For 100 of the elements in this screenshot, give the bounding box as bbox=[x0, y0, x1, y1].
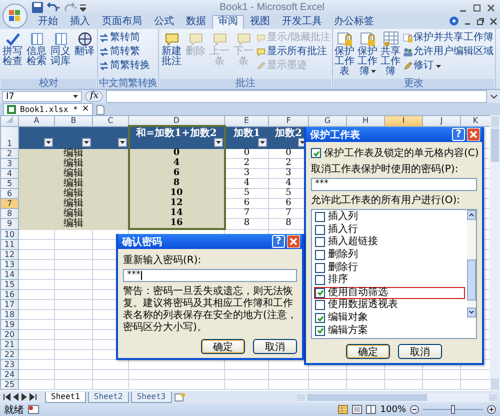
row-header[interactable]: 6 bbox=[0, 188, 18, 198]
ribbon-button[interactable]: 保护工作表 bbox=[334, 30, 356, 79]
help-icon[interactable] bbox=[449, 16, 459, 26]
help-button[interactable]: ? bbox=[452, 128, 465, 141]
checkbox[interactable] bbox=[315, 313, 325, 324]
name-box[interactable]: I7 bbox=[2, 91, 82, 102]
restore-icon[interactable] bbox=[476, 17, 485, 26]
column-header[interactable]: B bbox=[54, 116, 92, 126]
ribbon-button[interactable]: 共享工作簿 bbox=[380, 30, 402, 79]
checkbox[interactable] bbox=[315, 237, 325, 248]
record-macro-icon[interactable] bbox=[28, 405, 39, 414]
row-header[interactable]: 25 bbox=[0, 380, 18, 390]
zoom-in-icon[interactable] bbox=[487, 405, 496, 414]
row-header[interactable]: 11 bbox=[0, 240, 18, 250]
ribbon-tab[interactable]: 公式 bbox=[148, 15, 180, 29]
ribbon-button[interactable]: 简繁转换 bbox=[99, 60, 150, 72]
ribbon-tab[interactable]: 数据 bbox=[180, 15, 212, 29]
row-header[interactable]: 16 bbox=[0, 290, 18, 300]
ribbon-button[interactable]: 修订 bbox=[402, 60, 494, 72]
filter-button[interactable] bbox=[82, 138, 91, 147]
dialog-button[interactable]: 确定 bbox=[346, 344, 390, 359]
ribbon-tab[interactable]: 开始 bbox=[32, 15, 64, 29]
tab-close[interactable]: × bbox=[82, 105, 90, 114]
horizontal-scrollbar[interactable] bbox=[297, 392, 497, 402]
column-header[interactable]: E bbox=[224, 116, 268, 126]
ribbon-button[interactable]: 翻译 bbox=[73, 30, 96, 79]
close-icon[interactable] bbox=[489, 17, 498, 26]
checkbox[interactable] bbox=[315, 326, 325, 336]
checkbox[interactable] bbox=[315, 212, 325, 222]
checkbox[interactable] bbox=[315, 300, 325, 310]
row-header[interactable]: 21 bbox=[0, 340, 18, 350]
checkbox[interactable] bbox=[315, 250, 325, 260]
column-header[interactable]: A bbox=[18, 116, 54, 126]
password-field[interactable]: *** bbox=[123, 269, 297, 282]
function-button[interactable]: fx bbox=[85, 91, 104, 102]
row-header[interactable]: 10 bbox=[0, 229, 18, 240]
row-header[interactable]: 24 bbox=[0, 370, 18, 380]
page-break-icon[interactable] bbox=[366, 405, 376, 414]
row-header[interactable]: 12 bbox=[0, 250, 18, 260]
checkbox[interactable] bbox=[311, 148, 321, 158]
save-icon[interactable] bbox=[32, 2, 43, 13]
row-header[interactable]: 4 bbox=[0, 168, 18, 178]
row-header[interactable]: 13 bbox=[0, 260, 18, 270]
ribbon-button[interactable]: 简转繁 bbox=[99, 46, 150, 58]
row-header[interactable]: 14 bbox=[0, 270, 18, 280]
close-icon[interactable] bbox=[486, 2, 496, 12]
dialog-button[interactable]: 取消 bbox=[398, 344, 442, 359]
filter-button[interactable] bbox=[258, 138, 267, 147]
ribbon-button[interactable]: 显示所有批注 bbox=[256, 46, 331, 58]
row-header[interactable]: 23 bbox=[0, 360, 18, 370]
expand-icon[interactable] bbox=[490, 92, 498, 100]
filter-button[interactable] bbox=[118, 138, 126, 147]
column-header[interactable]: G bbox=[308, 116, 346, 126]
ribbon-button[interactable]: 繁转简 bbox=[99, 32, 150, 44]
row-header[interactable]: 15 bbox=[0, 280, 18, 290]
row-header[interactable]: 5 bbox=[0, 178, 18, 188]
checkbox[interactable] bbox=[315, 275, 325, 286]
column-header[interactable]: I bbox=[384, 116, 422, 126]
slider-thumb[interactable] bbox=[451, 405, 455, 414]
ribbon-button[interactable]: 新建批注 bbox=[160, 30, 184, 79]
row-header[interactable]: 19 bbox=[0, 320, 18, 330]
new-document-icon[interactable] bbox=[96, 105, 106, 115]
ribbon-button[interactable]: 信息检索 bbox=[25, 30, 48, 79]
insert-sheet-icon[interactable] bbox=[174, 392, 185, 402]
customize-icon[interactable] bbox=[80, 4, 86, 12]
ribbon-tab[interactable]: 页面布局 bbox=[96, 15, 148, 29]
undo-icon[interactable] bbox=[46, 2, 60, 13]
column-header[interactable]: J bbox=[422, 116, 460, 126]
zoom-out-icon[interactable] bbox=[410, 405, 419, 414]
filter-button[interactable] bbox=[44, 138, 53, 147]
row-header[interactable]: 17 bbox=[0, 300, 18, 310]
sheet-tab[interactable]: Sheet3 bbox=[130, 392, 172, 402]
ribbon-tab[interactable]: 开发工具 bbox=[276, 15, 328, 29]
help-button[interactable]: ? bbox=[272, 235, 285, 248]
dialog-button[interactable]: 取消 bbox=[253, 339, 297, 354]
list-scrollbar[interactable] bbox=[467, 210, 476, 318]
vertical-scrollbar[interactable] bbox=[490, 115, 500, 391]
row-header[interactable]: 18 bbox=[0, 310, 18, 320]
row-header[interactable]: 20 bbox=[0, 330, 18, 340]
column-header[interactable]: F bbox=[268, 116, 308, 126]
normal-view-icon[interactable] bbox=[338, 405, 348, 414]
sheet-tab[interactable]: Sheet1 bbox=[45, 392, 86, 402]
maximize-icon[interactable] bbox=[472, 2, 482, 12]
row-header[interactable]: 3 bbox=[0, 158, 18, 168]
row-header[interactable]: 7 bbox=[0, 198, 18, 208]
ribbon-button[interactable]: 保护并共享工作簿 bbox=[402, 32, 494, 44]
row-header[interactable]: 22 bbox=[0, 350, 18, 360]
ribbon-tab[interactable]: 审阅 bbox=[212, 15, 244, 29]
checkbox[interactable] bbox=[315, 224, 325, 235]
ribbon-tab[interactable]: 视图 bbox=[244, 15, 276, 29]
row-header[interactable]: 8 bbox=[0, 208, 18, 218]
row-header[interactable]: 2 bbox=[0, 148, 18, 158]
zoom-level[interactable]: 100% bbox=[380, 404, 406, 414]
filter-button[interactable] bbox=[214, 138, 222, 147]
workbook-tab[interactable]: Book1.xlsx * × bbox=[3, 103, 94, 115]
dialog-button[interactable]: 确定 bbox=[201, 339, 245, 354]
ribbon-button[interactable]: 同义词库 bbox=[49, 30, 72, 79]
password-field[interactable]: *** bbox=[311, 178, 477, 191]
checkbox[interactable] bbox=[315, 288, 325, 298]
sheet-tab[interactable]: Sheet2 bbox=[88, 392, 129, 402]
